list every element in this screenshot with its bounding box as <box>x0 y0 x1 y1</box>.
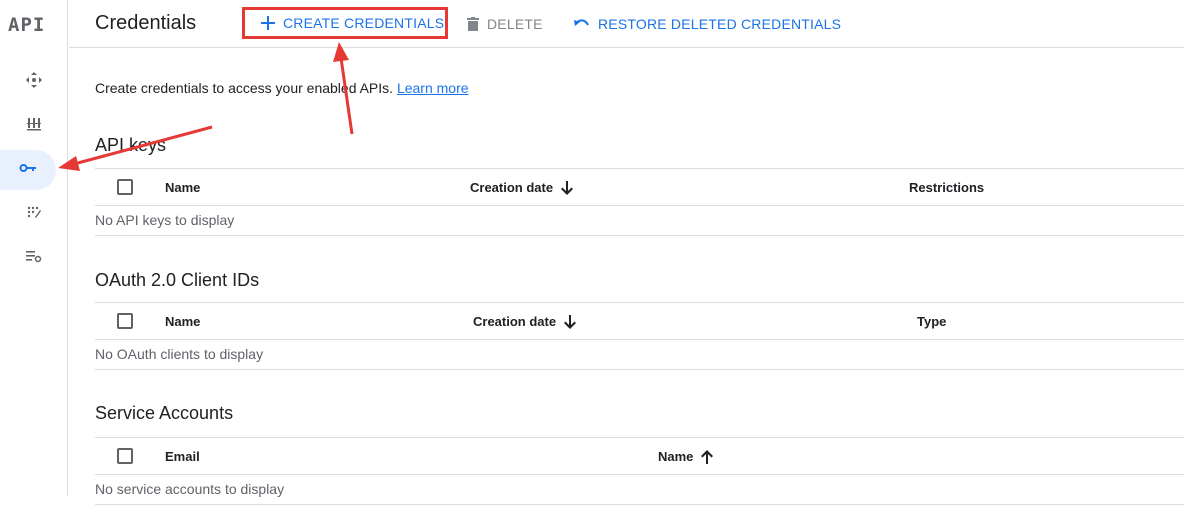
settings-list-icon <box>25 249 43 268</box>
select-all-checkbox[interactable] <box>117 313 133 329</box>
create-credentials-label: CREATE CREDENTIALS <box>283 15 445 31</box>
service-accounts-heading: Service Accounts <box>95 403 234 423</box>
arrow-down-icon <box>561 180 574 195</box>
api-keys-table: Name Creation date Restrictions No API k… <box>95 168 1184 236</box>
plus-icon <box>261 16 275 30</box>
api-keys-heading: API keys <box>95 135 167 155</box>
api-logo: API <box>8 14 46 36</box>
delete-label: DELETE <box>487 16 543 32</box>
service-accounts-table: Email Name No service accounts to displa… <box>95 437 1184 505</box>
arrow-up-icon <box>701 449 714 464</box>
undo-icon <box>574 18 590 30</box>
empty-row: No API keys to display <box>95 206 1184 236</box>
library-icon <box>26 116 42 137</box>
empty-row: No OAuth clients to display <box>95 340 1184 370</box>
oauth-table: Name Creation date Type No OAuth clients… <box>95 302 1184 370</box>
intro-text: Create credentials to access your enable… <box>95 80 469 96</box>
sidebar-item-oauth-consent[interactable] <box>4 194 64 234</box>
column-name[interactable]: Name <box>165 180 200 195</box>
oauth-client-ids-heading: OAuth 2.0 Client IDs <box>95 270 260 290</box>
column-restrictions: Restrictions <box>909 180 985 195</box>
select-all-checkbox[interactable] <box>117 448 133 464</box>
table-header: Email Name <box>95 437 1184 475</box>
delete-button[interactable]: DELETE <box>467 10 543 38</box>
table-header: Name Creation date Type <box>95 302 1184 340</box>
restore-deleted-credentials-button[interactable]: RESTORE DELETED CREDENTIALS <box>574 10 841 38</box>
sidebar-item-credentials[interactable] <box>0 150 56 190</box>
sidebar-item-page-usage-agreements[interactable] <box>4 238 64 278</box>
create-credentials-button[interactable]: CREATE CREDENTIALS <box>242 7 448 39</box>
column-type: Type <box>917 314 947 329</box>
empty-row: No service accounts to display <box>95 475 1184 505</box>
select-all-checkbox[interactable] <box>117 179 133 195</box>
column-name[interactable]: Name <box>658 449 714 464</box>
left-nav-rail: API <box>0 0 68 496</box>
sidebar-item-enabled-apis[interactable] <box>4 62 64 102</box>
page-title: Credentials <box>95 12 197 34</box>
diamond-arrows-icon <box>25 71 43 94</box>
intro-description: Create credentials to access your enable… <box>95 80 394 96</box>
table-header: Name Creation date Restrictions <box>95 168 1184 206</box>
trash-icon <box>467 17 479 31</box>
column-email[interactable]: Email <box>165 449 200 464</box>
sidebar-item-library[interactable] <box>4 106 64 146</box>
learn-more-link[interactable]: Learn more <box>397 80 469 96</box>
consent-screen-icon <box>26 204 42 225</box>
restore-label: RESTORE DELETED CREDENTIALS <box>598 16 842 32</box>
arrow-down-icon <box>564 314 577 329</box>
key-icon <box>19 161 37 179</box>
page-header: Credentials CREATE CREDENTIALS DELETE RE… <box>69 0 1184 48</box>
column-creation-date[interactable]: Creation date <box>470 180 574 195</box>
column-name[interactable]: Name <box>165 314 200 329</box>
column-creation-date[interactable]: Creation date <box>473 314 577 329</box>
